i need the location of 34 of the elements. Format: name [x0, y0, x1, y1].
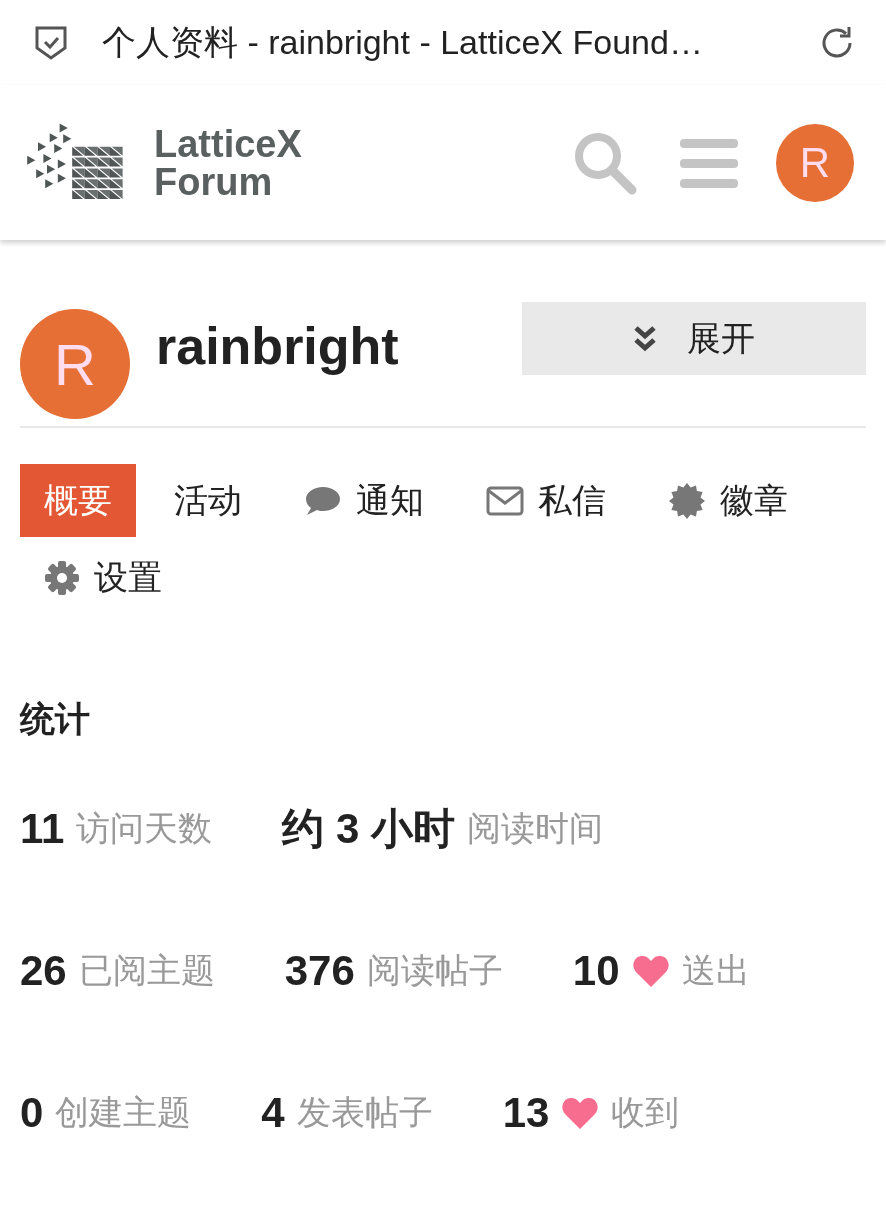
stat-label: 阅读帖子: [366, 950, 503, 991]
stat-value: 376: [284, 947, 355, 995]
stat-value: 13: [502, 1089, 550, 1137]
settings-icon: [44, 559, 80, 596]
badge-icon: [668, 481, 706, 520]
stat-value: 4: [261, 1089, 285, 1137]
nav-tab[interactable]: 徽章: [644, 464, 812, 537]
stat-value: 0: [20, 1089, 44, 1137]
stat-label: 创建主题: [55, 1092, 192, 1133]
shield-icon[interactable]: [34, 24, 68, 61]
nav-tab[interactable]: 设置: [20, 541, 186, 614]
nav-tab[interactable]: 通知: [280, 464, 448, 537]
stat-value: 11: [20, 805, 65, 853]
stat-label: 收到: [611, 1092, 680, 1133]
logo-text: Forum: [154, 162, 274, 201]
stat-label: 阅读时间: [467, 808, 604, 849]
section-title: 统计: [20, 698, 91, 740]
stat-value: 约 3 小时: [282, 804, 456, 854]
profile-avatar: R: [20, 309, 130, 419]
stat-label: 已阅主题: [78, 950, 215, 991]
nav-tab[interactable]: 概要: [20, 464, 136, 537]
stat-label: 送出: [681, 950, 750, 991]
stat-label: 发表帖子: [296, 1092, 433, 1133]
stat-value: 26: [20, 947, 67, 995]
stat-value: 10: [572, 947, 620, 995]
envelope-icon: [486, 485, 524, 516]
nav-tab[interactable]: 私信: [462, 464, 630, 537]
double-chevron-icon: [633, 324, 657, 353]
username: rainbright: [156, 316, 400, 376]
page-title: 个人资料 - rainbright - LatticeX Found…: [102, 21, 704, 63]
logo-text: LatticeX: [154, 124, 303, 163]
expand-button[interactable]: 展开: [522, 302, 866, 375]
nav-tab[interactable]: 活动: [150, 464, 266, 537]
stat-label: 访问天数: [76, 808, 213, 849]
